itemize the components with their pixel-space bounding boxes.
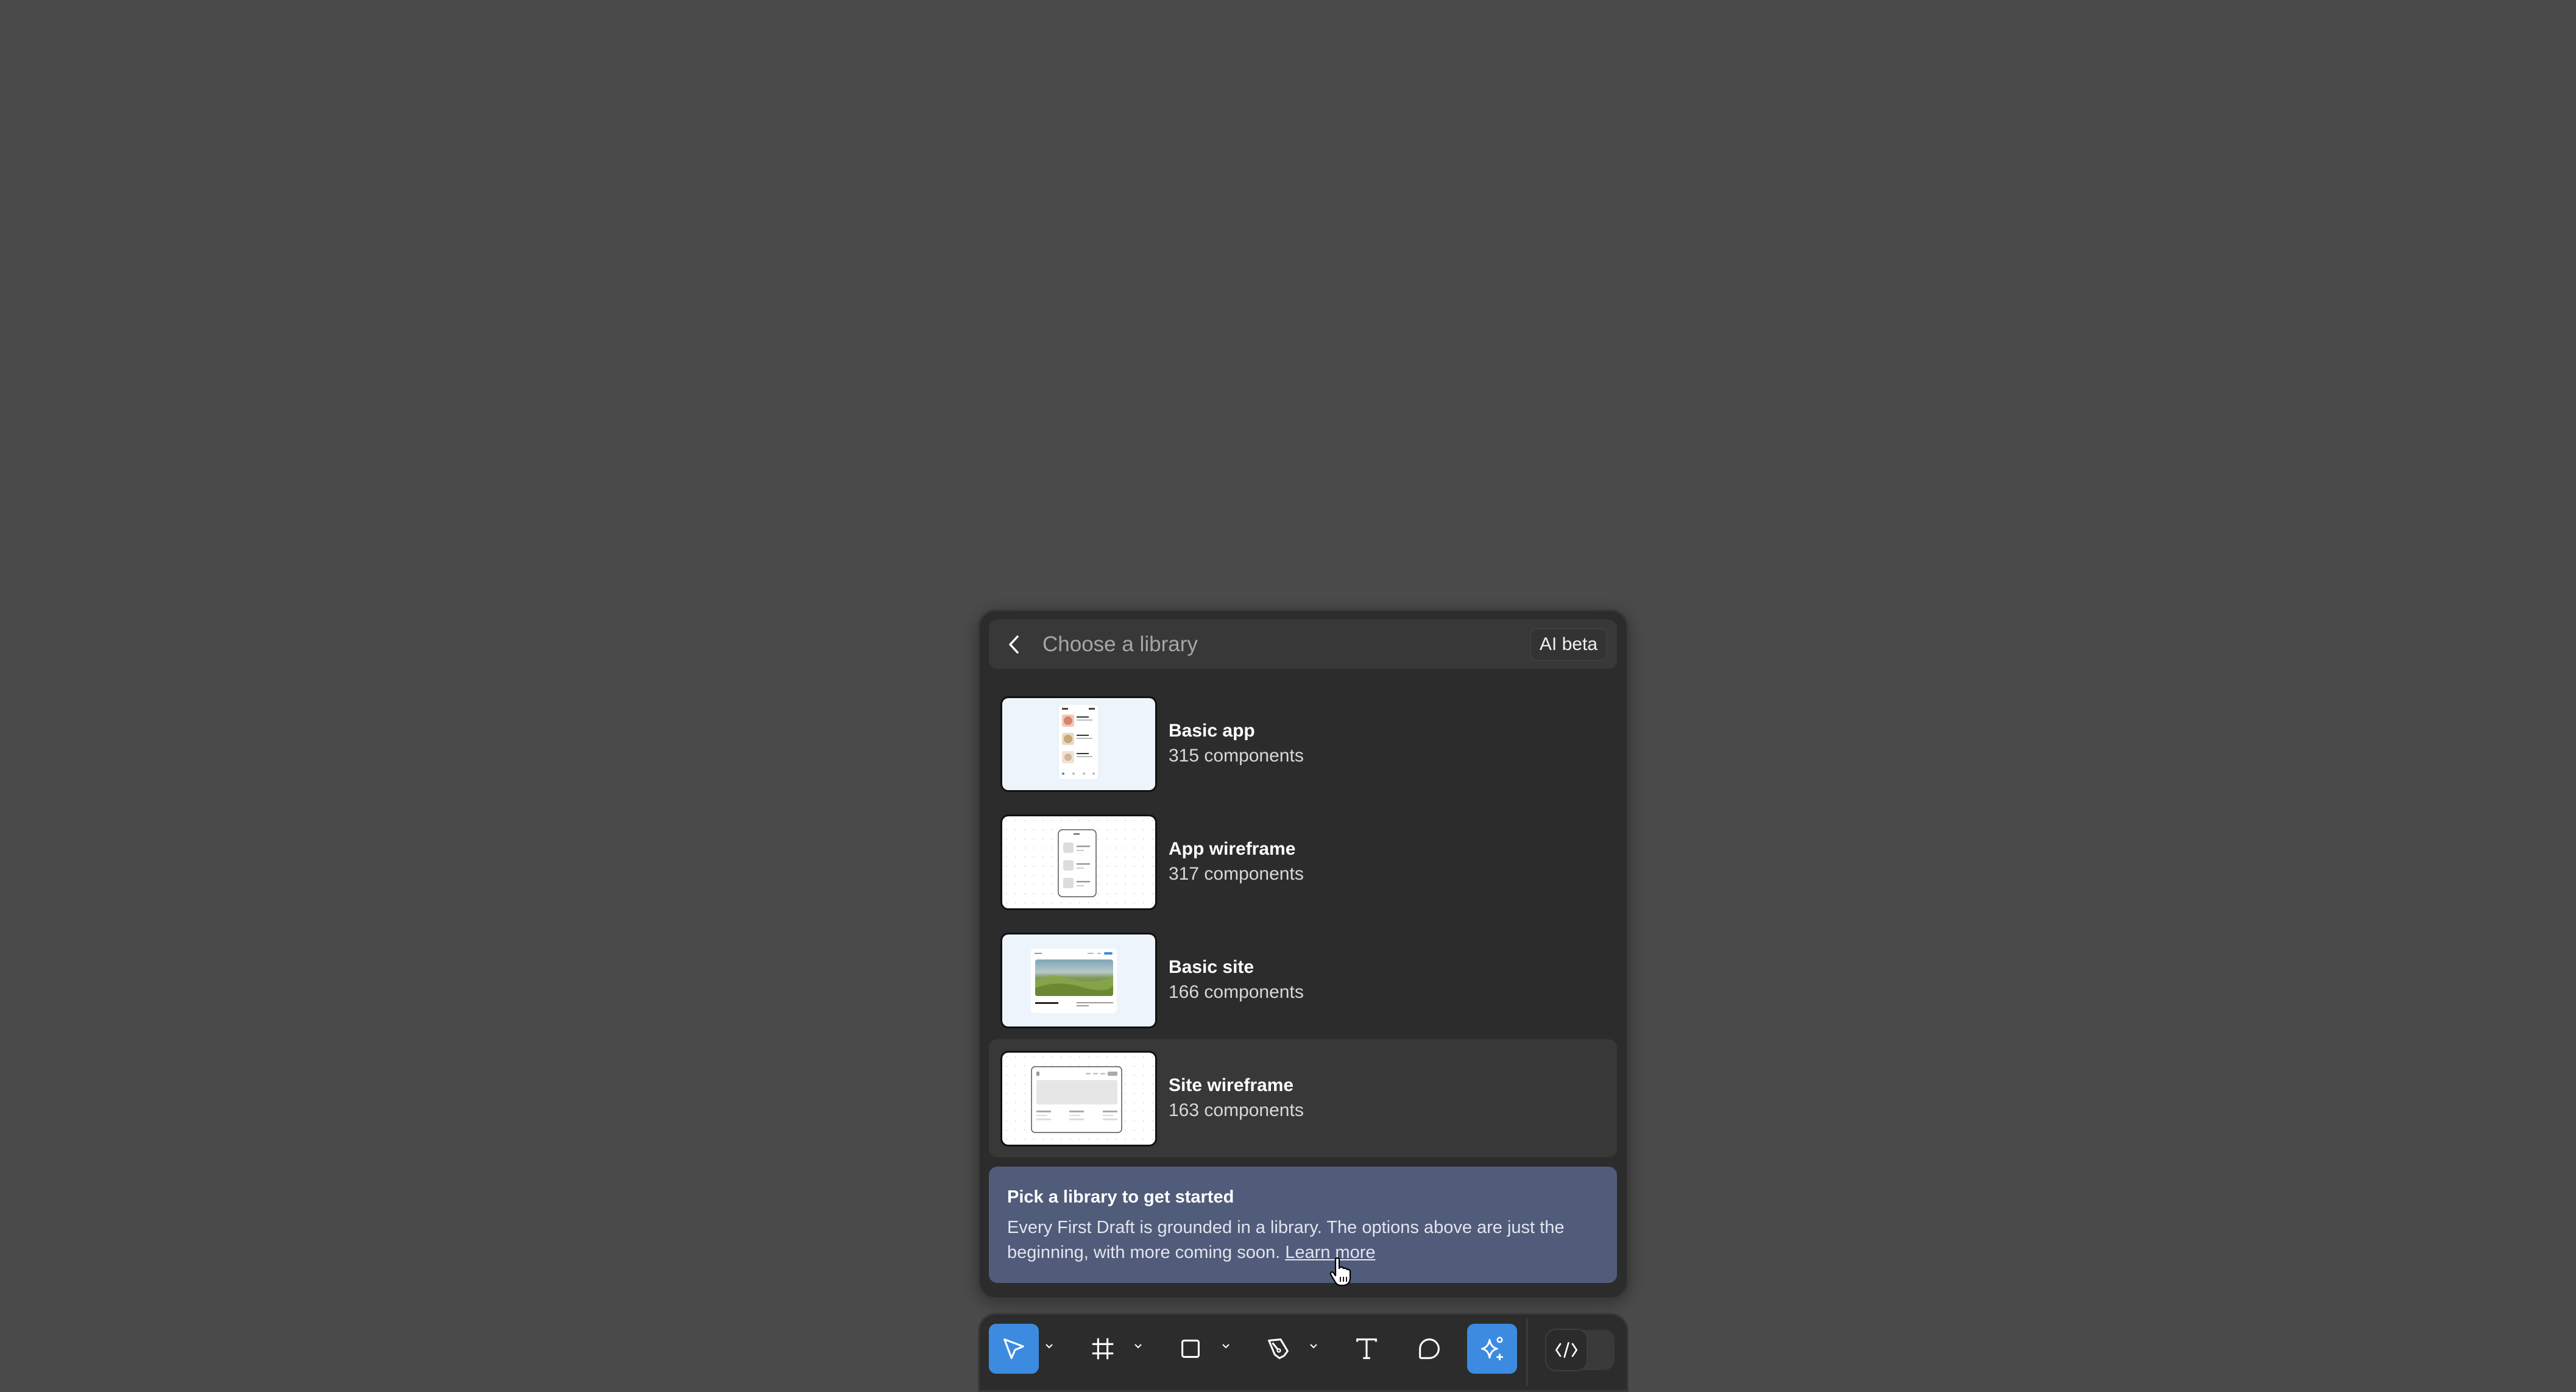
library-meta: App wireframe 317 components	[1169, 837, 1304, 887]
library-count: 166 components	[1169, 982, 1304, 1002]
library-meta: Site wireframe 163 components	[1169, 1073, 1304, 1123]
ai-tool-button[interactable]	[1467, 1324, 1517, 1374]
library-meta: Basic app 315 components	[1169, 719, 1304, 769]
library-item-basic-site[interactable]: Basic site 166 components	[989, 921, 1617, 1039]
ai-sparkle-icon	[1481, 1337, 1503, 1360]
info-title: Pick a library to get started	[1007, 1187, 1234, 1207]
library-name: Basic app	[1169, 721, 1255, 741]
ai-beta-badge: AI beta	[1529, 627, 1607, 661]
rectangle-icon	[1181, 1340, 1200, 1358]
library-item-site-wireframe[interactable]: Site wireframe 163 components	[989, 1039, 1617, 1157]
panel-header: Choose a library AI beta	[989, 620, 1617, 669]
pen-tool-menu-caret[interactable]	[1307, 1340, 1320, 1353]
library-name: App wireframe	[1169, 839, 1296, 859]
library-picker-panel: Choose a library AI beta Basic app 315 c…	[978, 609, 1629, 1299]
library-name: Site wireframe	[1169, 1075, 1294, 1095]
chevron-left-icon	[1009, 635, 1019, 654]
site-wireframe-thumbnail	[1002, 1052, 1155, 1145]
cursor-arrow-icon	[1003, 1338, 1024, 1359]
code-icon	[1555, 1342, 1577, 1358]
pen-tool-button[interactable]	[1253, 1324, 1303, 1374]
header-title: Choose a library	[1042, 632, 1198, 656]
frame-hash-icon	[1092, 1338, 1114, 1360]
back-button[interactable]	[1000, 626, 1028, 663]
dev-mode-knob	[1546, 1330, 1587, 1370]
pen-icon	[1268, 1338, 1289, 1359]
chevron-down-icon	[1134, 1344, 1142, 1349]
comment-tool-button[interactable]	[1404, 1324, 1454, 1374]
dev-mode-toggle[interactable]	[1546, 1330, 1615, 1370]
library-meta: Basic site 166 components	[1169, 955, 1304, 1005]
library-item-basic-app[interactable]: Basic app 315 components	[989, 685, 1617, 803]
chevron-down-icon	[1310, 1344, 1317, 1349]
library-name: Basic site	[1169, 957, 1254, 977]
toolbar-divider	[1526, 1319, 1528, 1386]
chevron-down-icon	[1222, 1344, 1230, 1349]
library-count: 163 components	[1169, 1100, 1304, 1120]
info-body: Every First Draft is grounded in a libra…	[1007, 1215, 1599, 1265]
chevron-down-icon	[1046, 1344, 1053, 1349]
move-tool-menu-caret[interactable]	[1042, 1340, 1056, 1353]
basic-app-thumbnail	[1002, 698, 1155, 790]
comment-icon	[1419, 1338, 1440, 1359]
bottom-toolbar	[978, 1313, 1629, 1392]
shape-tool-menu-caret[interactable]	[1219, 1340, 1233, 1353]
basic-site-thumbnail	[1002, 934, 1155, 1026]
library-count: 317 components	[1169, 864, 1304, 884]
shape-tool-button[interactable]	[1166, 1324, 1215, 1374]
text-icon	[1356, 1338, 1377, 1359]
frame-tool-menu-caret[interactable]	[1131, 1340, 1145, 1353]
app-wireframe-thumbnail	[1002, 816, 1155, 908]
info-callout: Pick a library to get started Every Firs…	[989, 1167, 1617, 1283]
library-count: 315 components	[1169, 746, 1304, 766]
pointer-hand-cursor	[1328, 1256, 1353, 1291]
text-tool-button[interactable]	[1342, 1324, 1392, 1374]
library-item-app-wireframe[interactable]: App wireframe 317 components	[989, 803, 1617, 921]
frame-tool-button[interactable]	[1078, 1324, 1128, 1374]
library-list: Basic app 315 components App wireframe 3…	[989, 685, 1617, 1157]
move-tool-button[interactable]	[989, 1324, 1039, 1374]
